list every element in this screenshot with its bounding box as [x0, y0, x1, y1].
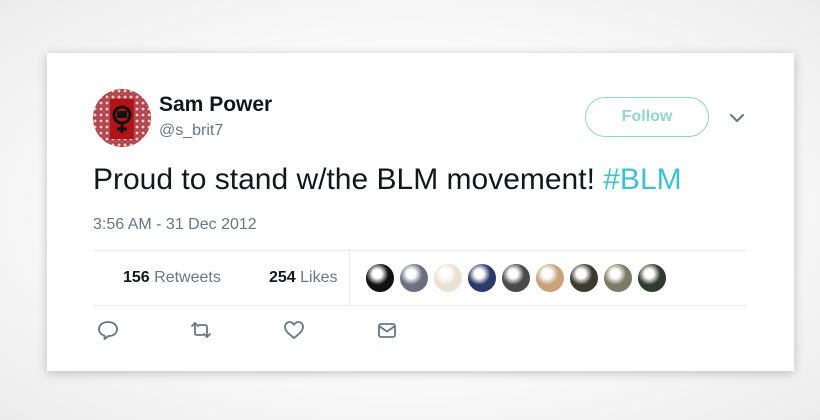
tweet-card: Sam Power @s_brit7 Follow Proud to stand… [47, 53, 794, 371]
likes-count: 254 [269, 269, 296, 286]
like-icon[interactable] [283, 319, 305, 341]
liker-avatar-8[interactable] [603, 263, 633, 293]
tweet-text: Proud to stand w/the BLM movement! #BLM [93, 163, 682, 197]
liker-avatar-1[interactable] [365, 263, 395, 293]
tweet-body: Proud to stand w/the BLM movement! [93, 163, 604, 196]
message-icon[interactable] [376, 319, 398, 341]
follow-button[interactable]: Follow [585, 97, 709, 137]
user-handle[interactable]: @s_brit7 [159, 122, 223, 140]
retweets-label: Retweets [154, 269, 221, 286]
liker-avatar-5[interactable] [501, 263, 531, 293]
tweet-timestamp[interactable]: 3:56 AM - 31 Dec 2012 [93, 216, 257, 234]
liker-avatar-3[interactable] [433, 263, 463, 293]
avatar-image [93, 89, 151, 147]
liker-avatar-2[interactable] [399, 263, 429, 293]
likes-label: Likes [300, 269, 338, 286]
liker-avatar-9[interactable] [637, 263, 667, 293]
stats-separator [349, 251, 350, 305]
liker-avatar-6[interactable] [535, 263, 565, 293]
avatar[interactable] [93, 89, 151, 147]
tweet-actions [93, 315, 493, 345]
likes-stat[interactable]: 254 Likes [269, 269, 338, 287]
retweet-icon[interactable] [190, 319, 212, 341]
divider-bottom [93, 305, 747, 306]
retweets-stat[interactable]: 156 Retweets [123, 269, 221, 287]
liker-avatars [365, 263, 671, 293]
retweets-count: 156 [123, 269, 150, 286]
tweet-stats: 156 Retweets 254 Likes [93, 251, 747, 305]
liker-avatar-7[interactable] [569, 263, 599, 293]
liker-avatar-4[interactable] [467, 263, 497, 293]
reply-icon[interactable] [97, 319, 119, 341]
hashtag-link[interactable]: #BLM [603, 163, 681, 196]
page-background: Sam Power @s_brit7 Follow Proud to stand… [0, 0, 820, 420]
chevron-down-icon[interactable] [727, 108, 747, 128]
display-name[interactable]: Sam Power [159, 93, 272, 117]
